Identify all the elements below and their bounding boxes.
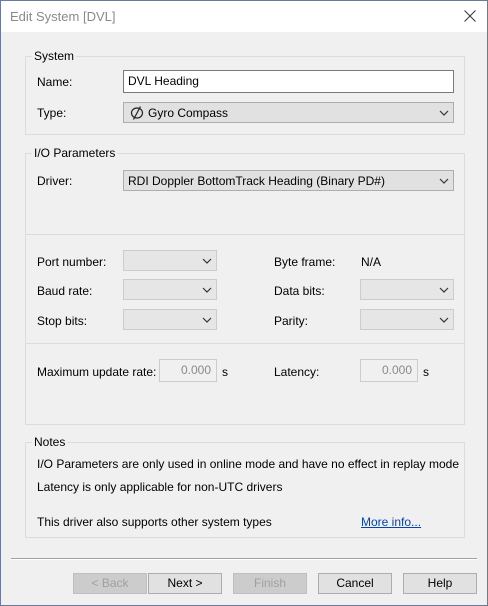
notes-group-label: Notes [32,435,68,449]
note-io-parameters: I/O Parameters are only used in online m… [37,457,460,471]
chevron-down-icon [202,258,212,264]
stop-bits-label: Stop bits: [37,314,88,328]
title-bar: Edit System [DVL] [1,1,487,32]
baud-rate-label: Baud rate: [37,284,93,298]
system-group-label: System [32,49,77,63]
chevron-down-icon [439,110,449,116]
type-select-value: Gyro Compass [148,106,229,120]
driver-select[interactable]: RDI Doppler BottomTrack Heading (Binary … [123,170,454,191]
window-title: Edit System [DVL] [10,9,116,24]
edit-system-dialog: Edit System [DVL] System Name: DVL Headi… [0,0,488,606]
data-bits-select[interactable] [360,279,454,300]
note-driver-support: This driver also supports other system t… [37,515,272,529]
byte-frame-value: N/A [361,255,382,269]
name-label: Name: [37,75,73,89]
io-divider-1 [26,234,464,235]
max-update-rate-value: 0.000 [180,363,211,377]
io-divider-2 [26,343,464,344]
latency-input[interactable]: 0.000 [360,359,418,382]
port-number-select[interactable] [123,250,217,271]
driver-select-value: RDI Doppler BottomTrack Heading (Binary … [128,174,385,188]
gyro-compass-icon [130,106,144,120]
chevron-down-icon [439,287,449,293]
latency-value: 0.000 [381,363,412,377]
latency-unit: s [423,365,429,379]
io-group-label: I/O Parameters [32,146,118,160]
max-update-rate-label: Maximum update rate: [37,365,157,379]
stop-bits-select[interactable] [123,309,217,330]
chevron-down-icon [202,287,212,293]
finish-button[interactable]: Finish [233,573,307,594]
name-input-value: DVL Heading [128,74,199,88]
driver-label: Driver: [37,174,73,188]
max-update-rate-unit: s [222,365,228,379]
parity-select[interactable] [360,309,454,330]
button-separator-highlight [11,559,477,560]
next-button[interactable]: Next > [148,573,222,594]
type-label: Type: [37,106,67,120]
baud-rate-select[interactable] [123,279,217,300]
chevron-down-icon [439,317,449,323]
parity-label: Parity: [274,314,309,328]
close-icon [464,10,476,22]
chevron-down-icon [439,178,449,184]
close-button[interactable] [457,5,483,27]
help-button[interactable]: Help [403,573,477,594]
type-select[interactable]: Gyro Compass [123,102,454,123]
system-group: System [25,49,465,135]
port-number-label: Port number: [37,255,107,269]
byte-frame-label: Byte frame: [274,255,336,269]
back-button[interactable]: < Back [73,573,147,594]
cancel-button[interactable]: Cancel [318,573,392,594]
note-latency: Latency is only applicable for non-UTC d… [37,480,283,494]
latency-label: Latency: [274,365,320,379]
max-update-rate-input[interactable]: 0.000 [159,359,217,382]
data-bits-label: Data bits: [274,284,325,298]
name-input[interactable]: DVL Heading [123,70,454,93]
more-info-link[interactable]: More info... [361,515,421,529]
chevron-down-icon [202,317,212,323]
